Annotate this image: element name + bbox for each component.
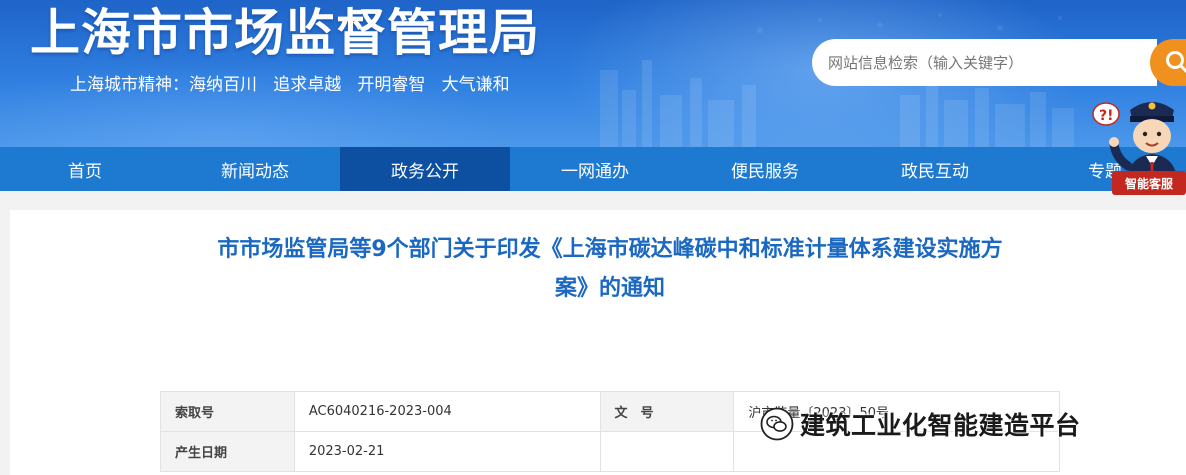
search-icon [1166,51,1186,74]
empty-cell [599,431,735,472]
smart-customer-service-button[interactable]: 智能客服 [1112,171,1186,195]
index-number-value: AC6040216-2023-004 [293,391,601,432]
index-number-label: 索取号 [160,391,295,432]
date-value: 2023-02-21 [293,431,601,472]
site-title: 上海市市场监督管理局 [30,4,540,62]
main-nav: 首页 新闻动态 政务公开 一网通办 便民服务 政民互动 专题 [0,147,1186,191]
article-title: 市市场监管局等9个部门关于印发《上海市碳达峰碳中和标准计量体系建设实施方 案》的… [180,230,1040,308]
nav-item-government-affairs[interactable]: 政务公开 [340,147,510,191]
city-slogan: 上海城市精神：海纳百川 追求卓越 开明睿智 大气谦和 [70,75,510,95]
nav-item-interaction[interactable]: 政民互动 [850,147,1020,191]
nav-item-public-services[interactable]: 便民服务 [680,147,850,191]
article-title-line: 市市场监管局等9个部门关于印发《上海市碳达峰碳中和标准计量体系建设实施方 [217,237,1003,262]
date-label: 产生日期 [160,431,295,472]
watermark-text: 建筑工业化智能建造平台 [800,411,1081,440]
nav-item-one-stop-service[interactable]: 一网通办 [510,147,680,191]
article-title-line: 案》的通知 [554,276,665,301]
watermark: 建筑工业化智能建造平台 [760,406,1081,442]
search-input[interactable] [812,39,1157,86]
document-number-label: 文 号 [599,391,735,432]
nav-item-news[interactable]: 新闻动态 [170,147,340,191]
svg-text:?!: ?! [1099,108,1114,124]
wechat-icon [760,407,794,441]
nav-item-home[interactable]: 首页 [0,147,170,191]
